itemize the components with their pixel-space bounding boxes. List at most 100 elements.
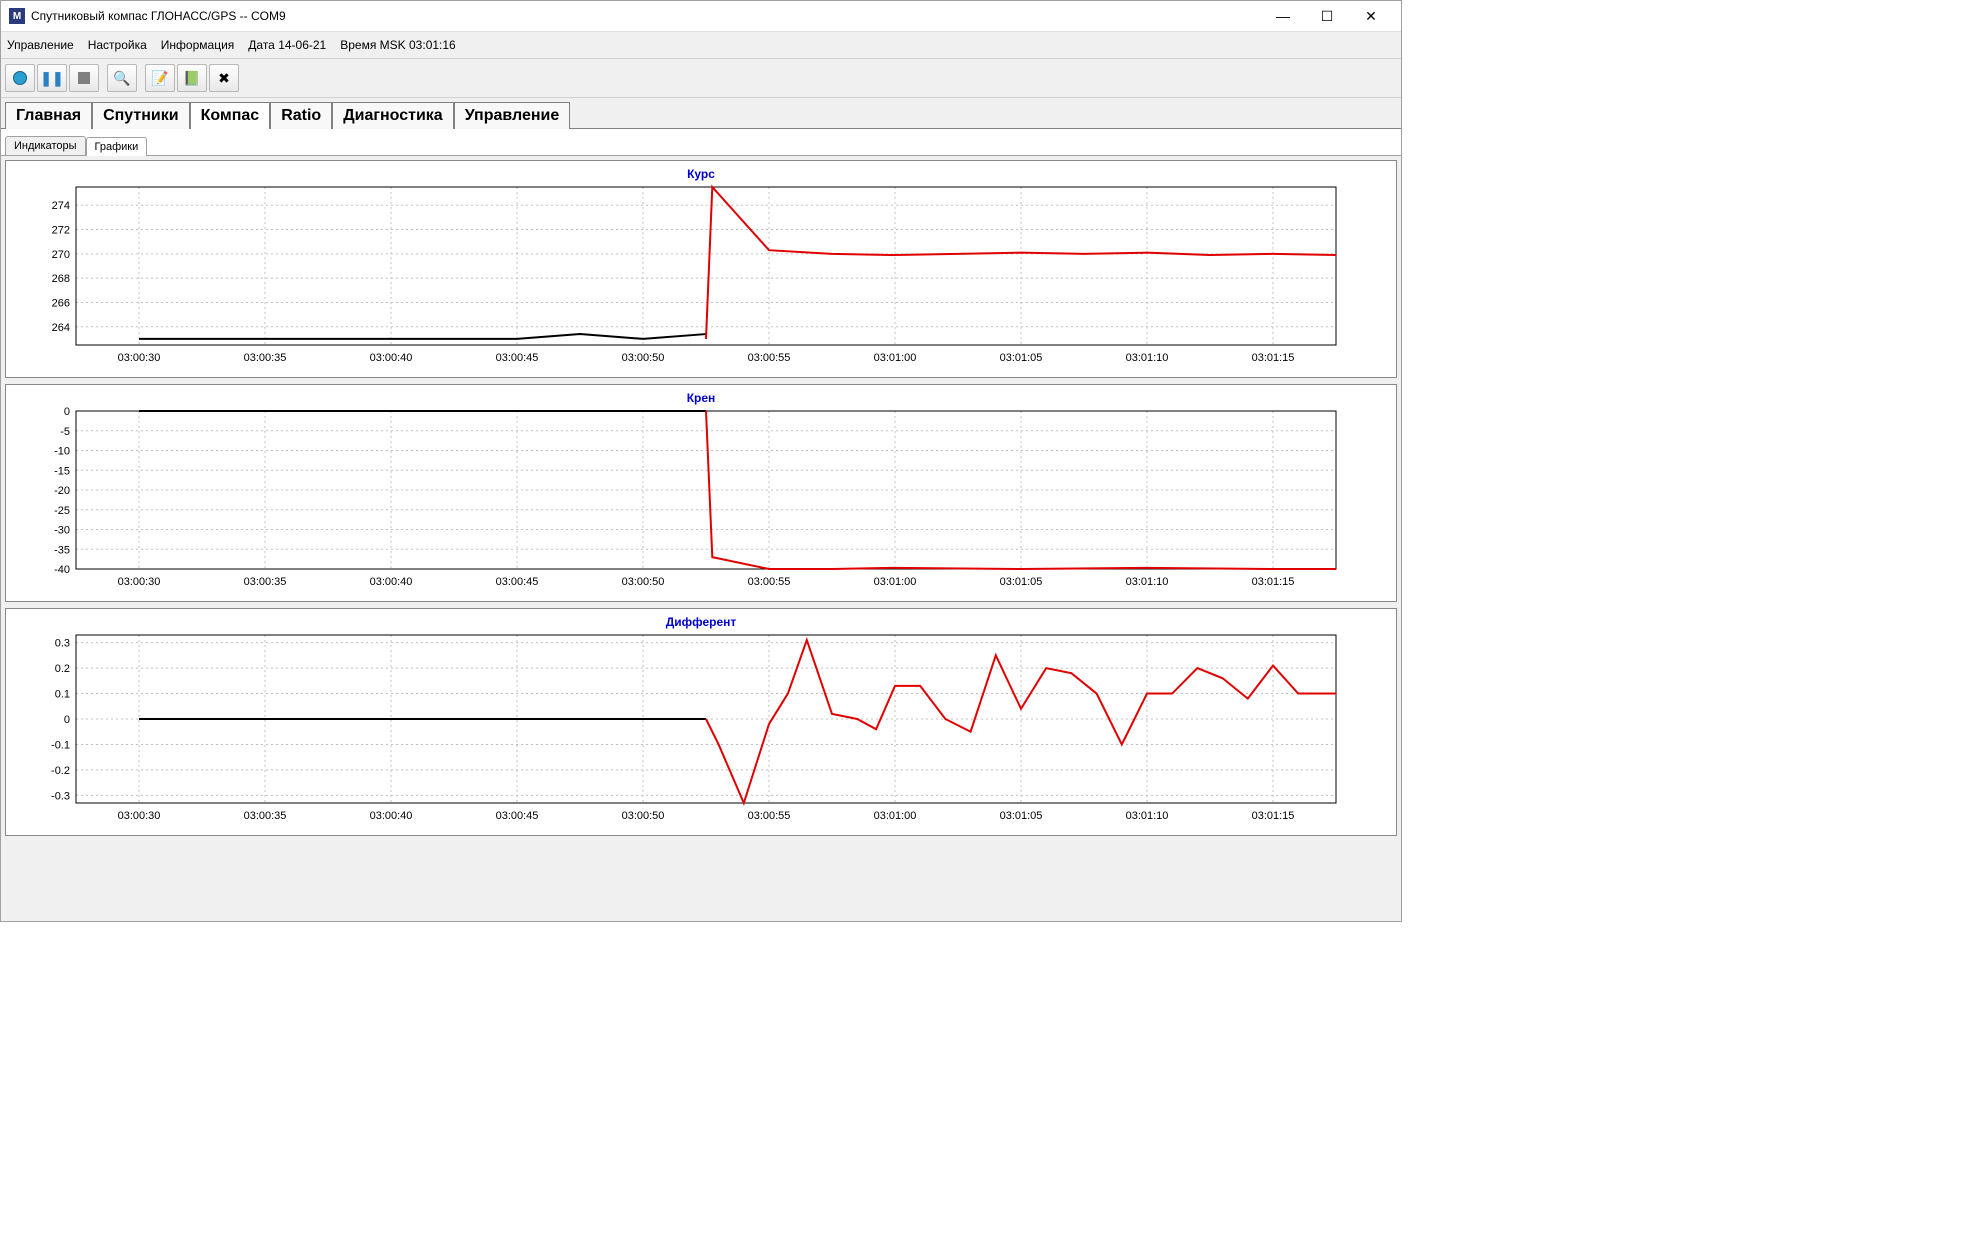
subtab-Графики[interactable]: Графики	[86, 137, 148, 156]
svg-text:03:01:00: 03:01:00	[874, 352, 917, 364]
menubar: Управление Настройка Информация Дата 14-…	[1, 32, 1401, 59]
chart-Крен: -40 -35 -30 -25 -20 -15 -10 -5 0 03:00:30 03:00:35…	[16, 407, 1346, 597]
tab-Ratio[interactable]: Ratio	[270, 102, 332, 129]
chart-panel-Курс: Курс 264 266 268 270 272 274 03:00:30 03:00:35 03…	[5, 160, 1397, 378]
edit-button[interactable]: 📝	[145, 64, 175, 92]
svg-text:03:01:15: 03:01:15	[1252, 576, 1295, 588]
zoom-icon: 🔍	[113, 70, 130, 87]
pause-icon: ❚❚	[40, 70, 63, 87]
svg-text:03:00:50: 03:00:50	[622, 576, 665, 588]
zoom-button[interactable]: 🔍	[107, 64, 137, 92]
svg-text:03:00:30: 03:00:30	[118, 352, 161, 364]
svg-text:03:01:00: 03:01:00	[874, 576, 917, 588]
chart-Дифферент: -0.3 -0.2 -0.1 0 0.1 0.2 0.3 03:00:30 03:00:35 03…	[16, 631, 1346, 831]
svg-text:-0.3: -0.3	[51, 790, 70, 802]
svg-text:03:00:55: 03:00:55	[748, 576, 791, 588]
app-icon: M	[9, 8, 25, 24]
svg-text:-40: -40	[54, 564, 70, 576]
svg-text:-0.1: -0.1	[51, 739, 70, 751]
svg-text:03:00:45: 03:00:45	[496, 810, 539, 822]
menu-control[interactable]: Управление	[7, 38, 74, 52]
chart-title: Дифферент	[16, 615, 1386, 629]
svg-text:03:01:10: 03:01:10	[1126, 352, 1169, 364]
svg-text:274: 274	[52, 200, 70, 212]
svg-text:03:00:50: 03:00:50	[622, 352, 665, 364]
maximize-button[interactable]: ☐	[1305, 2, 1349, 30]
svg-text:03:00:40: 03:00:40	[370, 576, 413, 588]
svg-text:272: 272	[52, 225, 70, 237]
chart-title: Курс	[16, 167, 1386, 181]
toolbar: ❚❚ 🔍 📝 📗 ✖	[1, 59, 1401, 98]
svg-text:03:01:10: 03:01:10	[1126, 810, 1169, 822]
pause-button[interactable]: ❚❚	[37, 64, 67, 92]
svg-text:-20: -20	[54, 485, 70, 497]
svg-text:-5: -5	[60, 426, 70, 438]
svg-text:03:00:45: 03:00:45	[496, 352, 539, 364]
svg-text:-10: -10	[54, 446, 70, 458]
record-button[interactable]	[5, 64, 35, 92]
window-title: Спутниковый компас ГЛОНАСС/GPS -- COM9	[31, 9, 1261, 23]
svg-text:03:00:30: 03:00:30	[118, 810, 161, 822]
svg-text:264: 264	[52, 322, 70, 334]
check-icon: 📗	[183, 70, 200, 87]
record-icon	[13, 71, 27, 85]
menu-time: Время MSK 03:01:16	[340, 38, 455, 52]
chart-title: Крен	[16, 391, 1386, 405]
tab-Управление[interactable]: Управление	[454, 102, 571, 129]
check-button[interactable]: 📗	[177, 64, 207, 92]
svg-text:03:00:30: 03:00:30	[118, 576, 161, 588]
content-area: Курс 264 266 268 270 272 274 03:00:30 03:00:35 03…	[1, 155, 1401, 921]
svg-text:0.3: 0.3	[55, 638, 70, 650]
svg-text:268: 268	[52, 273, 70, 285]
chart-panel-Крен: Крен -40 -35 -30 -25 -20 -15 -10 -5 0 03:00:30 03:0…	[5, 384, 1397, 602]
svg-text:-0.2: -0.2	[51, 765, 70, 777]
svg-text:03:00:40: 03:00:40	[370, 352, 413, 364]
menu-settings[interactable]: Настройка	[88, 38, 147, 52]
tools-icon: ✖	[218, 70, 230, 87]
edit-icon: 📝	[151, 70, 168, 87]
svg-text:03:01:00: 03:01:00	[874, 810, 917, 822]
app-window: M Спутниковый компас ГЛОНАСС/GPS -- COM9…	[0, 0, 1402, 922]
svg-text:03:01:15: 03:01:15	[1252, 810, 1295, 822]
svg-text:03:01:05: 03:01:05	[1000, 810, 1043, 822]
chart-Курс: 264 266 268 270 272 274 03:00:30 03:00:35 03:00:…	[16, 183, 1346, 373]
svg-text:-15: -15	[54, 465, 70, 477]
subtab-Индикаторы[interactable]: Индикаторы	[5, 136, 86, 155]
tab-Компас[interactable]: Компас	[190, 102, 271, 129]
svg-text:0: 0	[64, 714, 70, 726]
svg-text:0.2: 0.2	[55, 663, 70, 675]
svg-text:03:01:15: 03:01:15	[1252, 352, 1295, 364]
chart-panel-Дифферент: Дифферент -0.3 -0.2 -0.1 0 0.1 0.2 0.3 03:00:30 0…	[5, 608, 1397, 836]
tools-button[interactable]: ✖	[209, 64, 239, 92]
sub-tabs: ИндикаторыГрафики	[1, 129, 1401, 155]
stop-icon	[78, 72, 90, 84]
titlebar[interactable]: M Спутниковый компас ГЛОНАСС/GPS -- COM9…	[1, 1, 1401, 32]
svg-text:0: 0	[64, 407, 70, 418]
minimize-button[interactable]: —	[1261, 2, 1305, 30]
svg-text:03:00:55: 03:00:55	[748, 352, 791, 364]
svg-text:266: 266	[52, 297, 70, 309]
svg-text:-25: -25	[54, 505, 70, 517]
svg-text:-35: -35	[54, 544, 70, 556]
svg-text:03:00:40: 03:00:40	[370, 810, 413, 822]
svg-text:0.1: 0.1	[55, 689, 70, 701]
svg-text:03:01:05: 03:01:05	[1000, 576, 1043, 588]
svg-text:03:00:55: 03:00:55	[748, 810, 791, 822]
main-tabs: ГлавнаяСпутникиКомпасRatioДиагностикаУпр…	[1, 98, 1401, 129]
tab-Главная[interactable]: Главная	[5, 102, 92, 129]
svg-text:03:00:45: 03:00:45	[496, 576, 539, 588]
svg-text:03:00:50: 03:00:50	[622, 810, 665, 822]
svg-text:03:01:10: 03:01:10	[1126, 576, 1169, 588]
tab-Диагностика[interactable]: Диагностика	[332, 102, 454, 129]
tab-Спутники[interactable]: Спутники	[92, 102, 190, 129]
close-button[interactable]: ✕	[1349, 2, 1393, 30]
svg-text:03:01:05: 03:01:05	[1000, 352, 1043, 364]
svg-text:03:00:35: 03:00:35	[244, 352, 287, 364]
svg-text:03:00:35: 03:00:35	[244, 576, 287, 588]
menu-date: Дата 14-06-21	[248, 38, 326, 52]
stop-button[interactable]	[69, 64, 99, 92]
menu-info[interactable]: Информация	[161, 38, 234, 52]
svg-text:-30: -30	[54, 525, 70, 537]
svg-text:270: 270	[52, 249, 70, 261]
svg-text:03:00:35: 03:00:35	[244, 810, 287, 822]
